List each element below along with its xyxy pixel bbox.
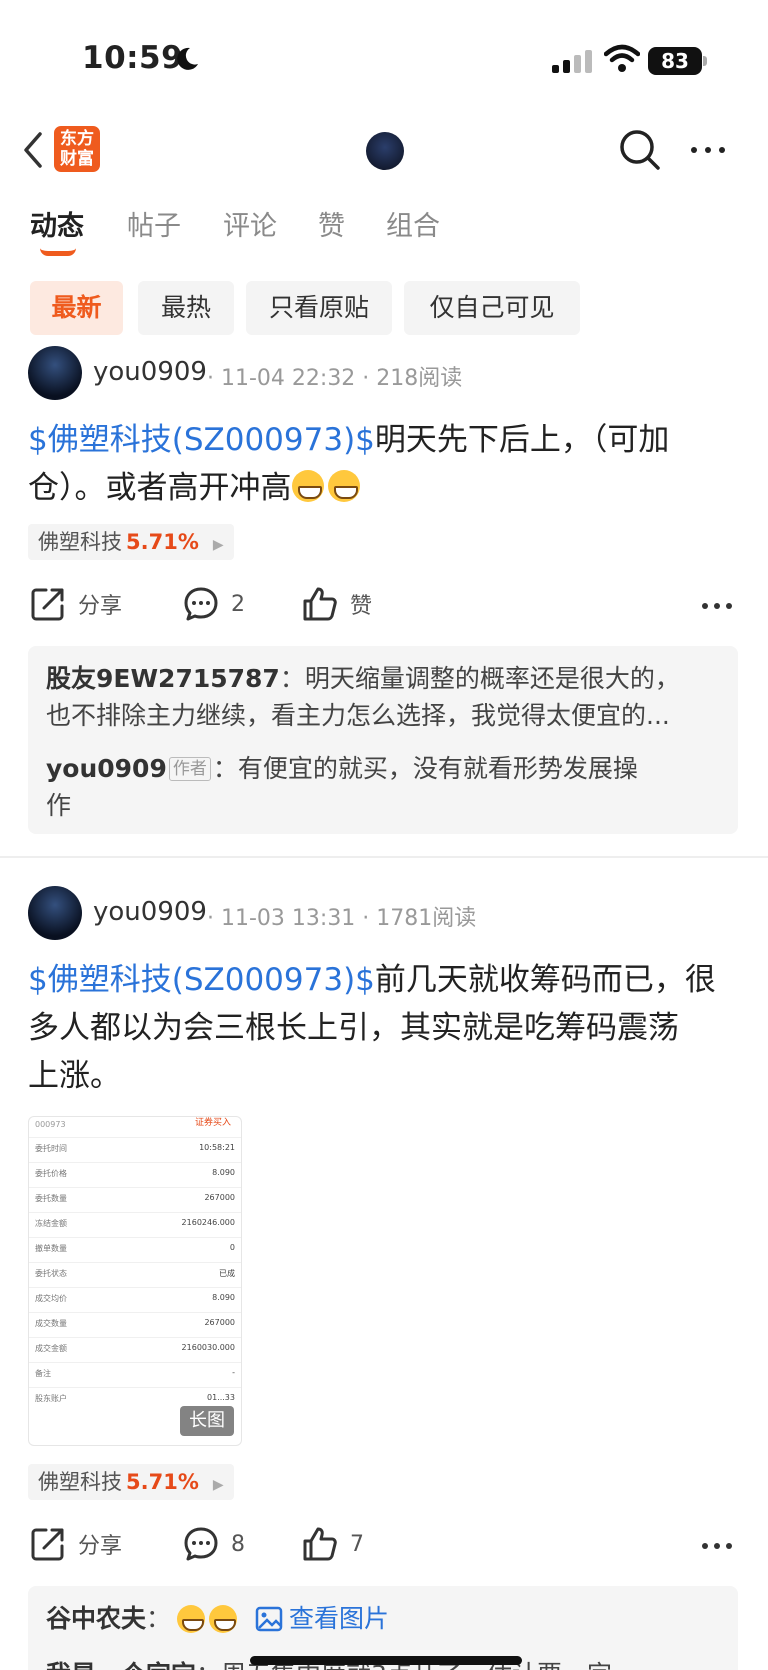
- receipt-field-label: 成交金额: [35, 1344, 67, 1353]
- post-more-icon[interactable]: [700, 1541, 734, 1551]
- search-icon[interactable]: [618, 128, 662, 172]
- receipt-field-label: 备注: [35, 1369, 51, 1378]
- moon-icon: [177, 47, 198, 70]
- receipt-row-divider: [29, 1337, 241, 1338]
- grin-emoji-icon: [291, 470, 324, 502]
- receipt-row-divider: [29, 1212, 241, 1213]
- post-username[interactable]: you0909: [93, 357, 207, 387]
- receipt-field-value: 2160030.000: [181, 1343, 235, 1352]
- receipt-field-label: 成交均价: [35, 1294, 67, 1303]
- receipt-field-value: 10:58:21: [199, 1143, 235, 1152]
- receipt-field-value: 8.090: [212, 1293, 235, 1302]
- signal-icon: [552, 50, 592, 73]
- post-author-avatar[interactable]: [28, 886, 82, 940]
- receipt-field-label: 撤单数量: [35, 1244, 67, 1253]
- receipt-row-divider: [29, 1162, 241, 1163]
- receipt-field-label: 成交数量: [35, 1319, 67, 1328]
- back-arrow-icon[interactable]: [18, 128, 46, 172]
- long-image-badge: 长图: [180, 1406, 234, 1436]
- comment-button[interactable]: 8: [183, 1526, 245, 1562]
- receipt-field-label: 委托状态: [35, 1269, 67, 1278]
- share-button[interactable]: 分享: [30, 1526, 122, 1562]
- receipt-row-divider: [29, 1187, 241, 1188]
- post-content[interactable]: $佛塑科技(SZ000973)$明天先下后上，（可加 仓）。或者高开冲高: [28, 416, 740, 512]
- thumbs-up-icon: [303, 1527, 337, 1561]
- profile-avatar[interactable]: [366, 132, 404, 170]
- receipt-field-label: 委托价格: [35, 1169, 67, 1178]
- post-meta: · 11-03 13:31 · 1781阅读: [207, 906, 477, 931]
- post-divider: [0, 856, 768, 858]
- receipt-field-label: 委托时间: [35, 1144, 67, 1153]
- tab-dynamics[interactable]: 动态: [30, 204, 84, 243]
- stock-tag[interactable]: 佛塑科技 5.71% ▶: [28, 524, 234, 560]
- share-icon: [31, 588, 64, 621]
- reply-item[interactable]: 股友9EW2715787：明天缩量调整的概率还是很大的， 也不排除主力继续，看主力…: [46, 660, 726, 734]
- post-meta: · 11-04 22:32 · 218阅读: [207, 366, 463, 391]
- profile-tabs: 动态 帖子 评论 赞 组合: [0, 204, 768, 260]
- receipt-field-value: 8.090: [212, 1168, 235, 1177]
- battery-tip: [703, 56, 707, 66]
- tab-portfolio[interactable]: 组合: [386, 204, 440, 243]
- receipt-row-divider: [29, 1262, 241, 1263]
- stock-link[interactable]: $佛塑科技(SZ000973)$: [28, 422, 375, 458]
- receipt-row-divider: [29, 1287, 241, 1288]
- share-icon: [31, 1528, 64, 1561]
- home-indicator: [250, 1656, 522, 1665]
- thumbs-up-icon: [303, 587, 337, 621]
- receipt-row-divider: [29, 1137, 241, 1138]
- receipt-row-divider: [29, 1312, 241, 1313]
- receipt-row-divider: [29, 1362, 241, 1363]
- tab-likes[interactable]: 赞: [318, 204, 345, 243]
- replies-box: 股友9EW2715787：明天缩量调整的概率还是很大的， 也不排除主力继续，看主力…: [28, 646, 738, 834]
- filter-hot[interactable]: 最热: [138, 281, 234, 335]
- reply-item[interactable]: 谷中农夫： 查看图片: [46, 1600, 726, 1637]
- receipt-row-divider: [29, 1387, 241, 1388]
- post-content[interactable]: $佛塑科技(SZ000973)$前几天就收筹码而已，很 多人都以为会三根长上引，…: [28, 956, 740, 1100]
- post-username[interactable]: you0909: [93, 897, 207, 927]
- comment-icon: [184, 587, 218, 621]
- comment-button[interactable]: 2: [183, 586, 245, 622]
- receipt-row-divider: [29, 1237, 241, 1238]
- stock-tag[interactable]: 佛塑科技 5.71% ▶: [28, 1464, 234, 1500]
- reply-item[interactable]: you0909 作者 ：有便宜的就买，没有就看形势发展操作: [46, 750, 726, 824]
- receipt-field-value: 已成: [219, 1269, 235, 1278]
- like-button[interactable]: 7: [302, 1526, 364, 1562]
- comment-icon: [184, 1527, 218, 1561]
- filter-latest[interactable]: 最新: [30, 281, 123, 335]
- receipt-field-label: 股东账户: [35, 1394, 67, 1403]
- wifi-icon: [604, 44, 640, 72]
- grin-emoji-icon: [209, 1604, 238, 1633]
- battery-icon: 83: [648, 47, 702, 75]
- tab-comments[interactable]: 评论: [223, 204, 277, 243]
- share-button[interactable]: 分享: [30, 586, 122, 622]
- receipt-field-value: 0: [229, 1243, 235, 1252]
- receipt-field-value: 267000: [204, 1318, 235, 1327]
- post-more-icon[interactable]: [700, 601, 734, 611]
- receipt-field-value: 01...33: [207, 1393, 235, 1402]
- grin-emoji-icon: [327, 470, 360, 502]
- filter-self-visible[interactable]: 仅自己可见: [404, 281, 580, 335]
- stock-link[interactable]: $佛塑科技(SZ000973)$: [28, 962, 375, 998]
- view-image-link[interactable]: 查看图片: [289, 1600, 389, 1637]
- tab-posts[interactable]: 帖子: [127, 204, 181, 243]
- post-image-thumbnail[interactable]: 000973 证券买入 委托时间 10:58:21 委托价格 8.090 委托数量 267…: [28, 1116, 242, 1446]
- active-tab-indicator: [40, 248, 76, 256]
- image-icon: [255, 1606, 283, 1631]
- app-logo[interactable]: 东方 财富: [54, 126, 100, 172]
- receipt-field-label: 委托数量: [35, 1194, 67, 1203]
- receipt-field-label: 冻结金额: [35, 1219, 67, 1228]
- grin-emoji-icon: [177, 1604, 206, 1633]
- author-badge: 作者: [168, 757, 211, 781]
- receipt-field-value: 2160246.000: [181, 1218, 235, 1227]
- post-author-avatar[interactable]: [28, 346, 82, 400]
- like-button[interactable]: 赞: [302, 586, 372, 622]
- filter-original-only[interactable]: 只看原贴: [246, 281, 392, 335]
- receipt-field-value: 267000: [204, 1193, 235, 1202]
- receipt-field-value: -: [232, 1368, 235, 1377]
- more-options-icon[interactable]: [688, 140, 728, 160]
- status-time: 10:59: [82, 40, 184, 76]
